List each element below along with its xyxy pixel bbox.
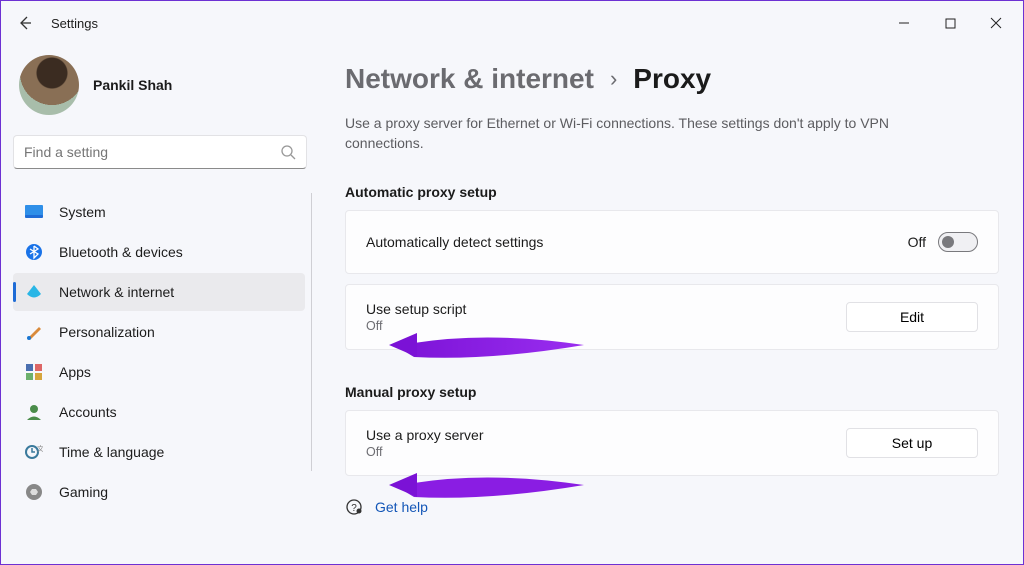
sidebar-item-label: Bluetooth & devices [59, 244, 183, 260]
minimize-icon [898, 17, 910, 29]
back-arrow-icon [17, 15, 33, 31]
app-title: Settings [51, 16, 98, 31]
search-icon [280, 144, 296, 160]
section-title-auto: Automatic proxy setup [345, 184, 999, 200]
back-button[interactable] [5, 3, 45, 43]
proxy-server-status: Off [366, 445, 483, 459]
sidebar-item-gaming[interactable]: Gaming [13, 473, 305, 511]
setup-script-status: Off [366, 319, 466, 333]
avatar [19, 55, 79, 115]
toggle-knob [942, 236, 954, 248]
auto-detect-label: Automatically detect settings [366, 234, 543, 250]
sidebar-item-bluetooth[interactable]: Bluetooth & devices [13, 233, 305, 271]
nav-list: System Bluetooth & devices Network & int… [13, 193, 317, 511]
svg-text:?: ? [351, 503, 357, 514]
sidebar-item-network[interactable]: Network & internet [13, 273, 305, 311]
auto-detect-toggle[interactable] [938, 232, 978, 252]
gaming-icon [25, 483, 43, 501]
maximize-icon [945, 18, 956, 29]
sidebar-item-label: Time & language [59, 444, 164, 460]
minimize-button[interactable] [881, 3, 927, 43]
sidebar-item-system[interactable]: System [13, 193, 305, 231]
sidebar-item-label: Apps [59, 364, 91, 380]
brush-icon [25, 323, 43, 341]
sidebar-item-label: Personalization [59, 324, 155, 340]
sidebar-item-apps[interactable]: Apps [13, 353, 305, 391]
breadcrumb-parent[interactable]: Network & internet [345, 63, 594, 95]
window-controls [881, 3, 1019, 43]
breadcrumb-current: Proxy [633, 63, 711, 95]
profile-block[interactable]: Pankil Shah [13, 45, 317, 135]
close-button[interactable] [973, 3, 1019, 43]
content: Network & internet › Proxy Use a proxy s… [317, 45, 1023, 564]
sidebar-item-time[interactable]: 文 Time & language [13, 433, 305, 471]
sidebar-item-accounts[interactable]: Accounts [13, 393, 305, 431]
chevron-right-icon: › [610, 66, 617, 92]
sidebar-item-label: Accounts [59, 404, 117, 420]
close-icon [990, 17, 1002, 29]
proxy-setup-button[interactable]: Set up [846, 428, 978, 458]
sidebar-item-label: System [59, 204, 106, 220]
breadcrumb: Network & internet › Proxy [345, 63, 999, 95]
auto-detect-state: Off [908, 234, 926, 250]
bluetooth-icon [25, 243, 43, 261]
page-description: Use a proxy server for Ethernet or Wi-Fi… [345, 113, 945, 154]
proxy-server-label: Use a proxy server [366, 427, 483, 443]
setup-script-edit-button[interactable]: Edit [846, 302, 978, 332]
get-help-row[interactable]: ? Get help [345, 498, 999, 516]
apps-icon [25, 363, 43, 381]
sidebar-item-label: Gaming [59, 484, 108, 500]
sidebar-item-personalization[interactable]: Personalization [13, 313, 305, 351]
time-icon: 文 [25, 443, 43, 461]
section-title-manual: Manual proxy setup [345, 384, 999, 400]
search-box[interactable] [13, 135, 307, 169]
card-setup-script: Use setup script Off Edit [345, 284, 999, 350]
search-input[interactable] [24, 144, 280, 160]
get-help-link[interactable]: Get help [375, 499, 428, 515]
card-proxy-server: Use a proxy server Off Set up [345, 410, 999, 476]
titlebar: Settings [1, 1, 1023, 45]
svg-text:文: 文 [37, 444, 43, 453]
maximize-button[interactable] [927, 3, 973, 43]
card-auto-detect: Automatically detect settings Off [345, 210, 999, 274]
wifi-icon [25, 283, 43, 301]
nav-divider [311, 193, 312, 471]
profile-name: Pankil Shah [93, 77, 172, 93]
account-icon [25, 403, 43, 421]
sidebar-item-label: Network & internet [59, 284, 174, 300]
setup-script-label: Use setup script [366, 301, 466, 317]
sidebar: Pankil Shah System Bluetooth & devices N… [1, 45, 317, 564]
help-icon: ? [345, 498, 363, 516]
system-icon [25, 203, 43, 221]
